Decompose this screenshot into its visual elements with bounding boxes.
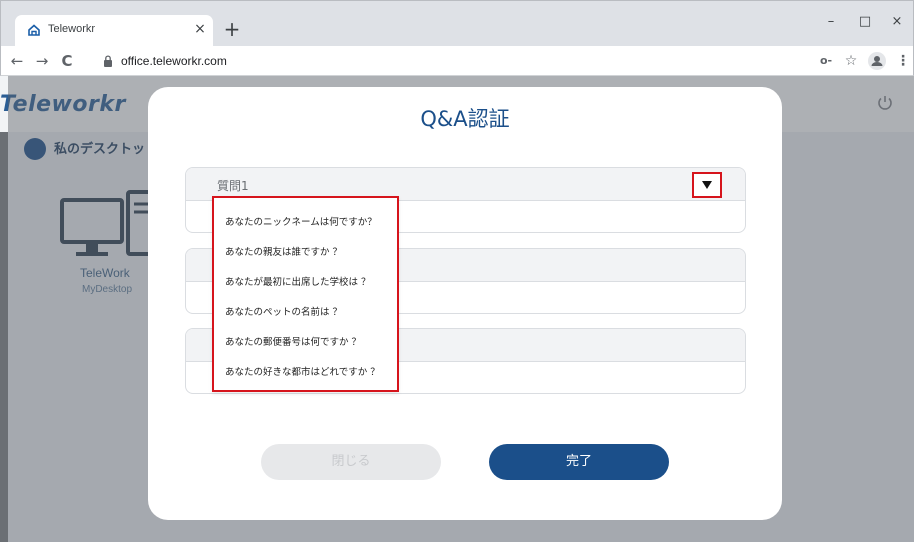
tab-title: Teleworkr (48, 23, 96, 35)
dropdown-option[interactable]: あなたのニックネームは何ですか？ (225, 214, 377, 228)
done-button[interactable]: 完了 (489, 444, 669, 480)
caret-down-icon (702, 181, 712, 189)
dropdown-option[interactable]: あなたのペットの名前は ？ (225, 304, 342, 318)
question-1-label: 質問1 (217, 179, 249, 193)
back-button[interactable]: ← (7, 51, 27, 71)
reload-button[interactable]: C (57, 51, 77, 71)
forward-button[interactable]: → (32, 51, 52, 71)
maximize-button[interactable]: □ (851, 11, 879, 35)
dropdown-option[interactable]: あなたの郵便番号は何ですか ？ (225, 334, 361, 348)
dropdown-option[interactable]: あなたの親友は誰ですか ？ (225, 244, 342, 258)
address-bar[interactable]: office.teleworkr.com (91, 49, 806, 73)
browser-toolbar: ← → C office.teleworkr.com o- ☆ ⋮ (0, 46, 914, 76)
question-dropdown-list: あなたのニックネームは何ですか？ あなたの親友は誰ですか ？ あなたが最初に出席… (212, 196, 399, 392)
dropdown-toggle-button[interactable] (692, 172, 722, 198)
key-icon[interactable]: o- (816, 51, 836, 71)
dropdown-option[interactable]: あなたが最初に出席した学校は ？ (225, 274, 371, 288)
browser-tab[interactable]: Teleworkr × (15, 15, 213, 47)
lock-icon (104, 55, 112, 67)
browser-titlebar: Teleworkr × + – □ × (0, 0, 914, 47)
star-icon[interactable]: ☆ (841, 51, 861, 71)
home-icon (28, 24, 40, 36)
dropdown-option[interactable]: あなたの好きな都市はどれですか ？ (225, 364, 380, 378)
dialog-title: Q&A認証 (420, 107, 510, 131)
close-button[interactable]: 閉じる (261, 444, 441, 480)
new-tab-button[interactable]: + (221, 19, 243, 41)
minimize-button[interactable]: – (817, 11, 845, 35)
url-text: office.teleworkr.com (121, 54, 227, 68)
tab-close-icon[interactable]: × (192, 20, 208, 38)
profile-icon[interactable] (868, 52, 886, 70)
window-close-button[interactable]: × (883, 11, 911, 35)
qa-auth-dialog: Q&A認証 質問1 あなたのニックネームは何ですか？ あなたの親友は誰ですか ？… (148, 87, 782, 520)
browser-menu-icon[interactable]: ⋮ (893, 51, 913, 71)
